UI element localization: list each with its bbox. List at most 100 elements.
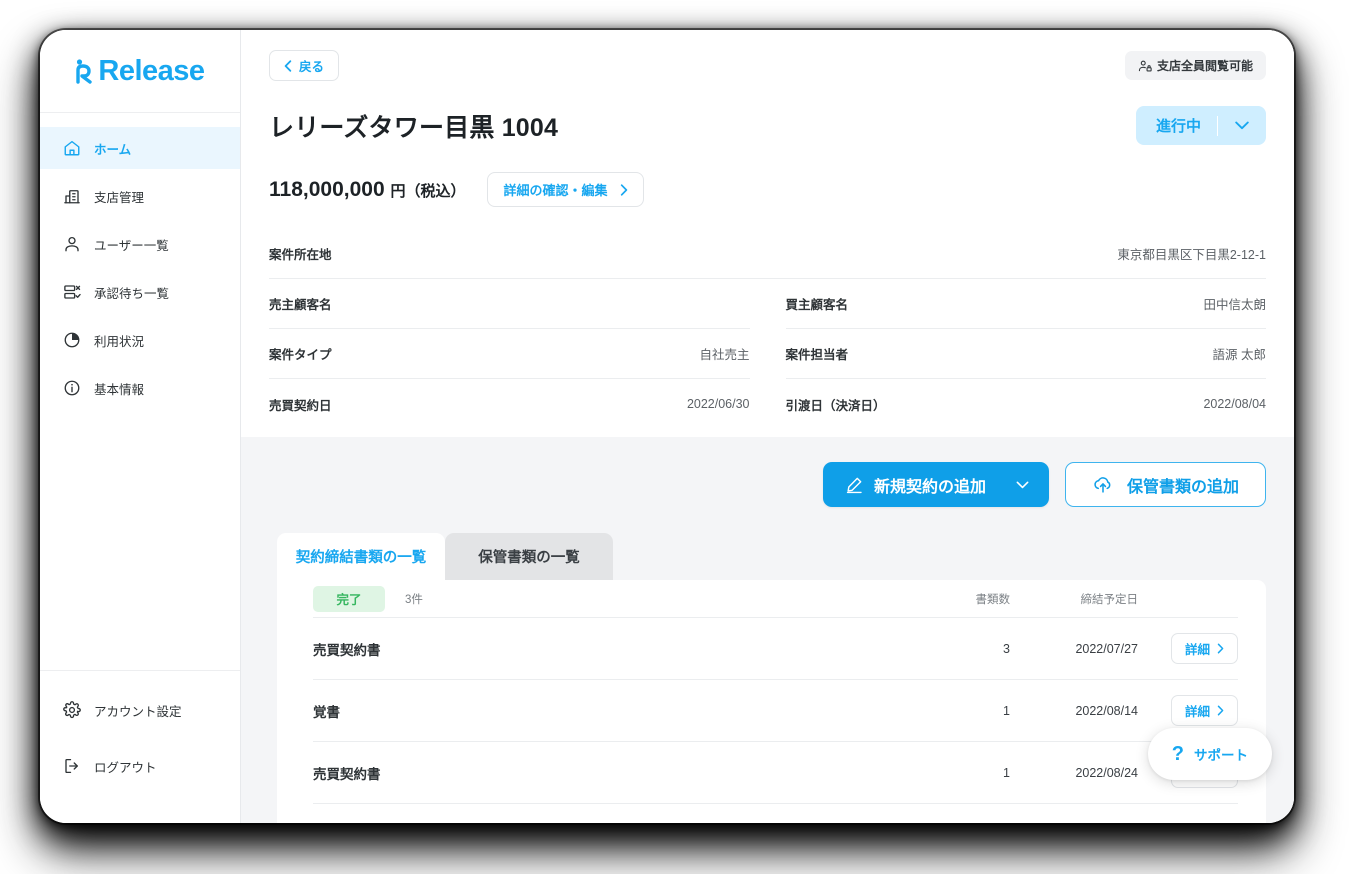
- tab-storage-documents[interactable]: 保管書類の一覧: [445, 533, 613, 580]
- detail-row-location: 案件所在地 東京都目黒区下目黒2-12-1: [269, 229, 1266, 279]
- support-button-label: サポート: [1194, 748, 1248, 763]
- sidebar-nav: ホーム 支店管理 ユーザー一覧 承認待ち一覧 利用状況 基本情報: [40, 113, 240, 415]
- row-detail-label: 詳細: [1184, 705, 1210, 719]
- document-date: 2022/08/24: [1075, 765, 1138, 780]
- detail-row: 売主顧客名 買主顧客名 田中信太朗: [269, 279, 1266, 329]
- edit-details-label: 詳細の確認・編集: [503, 183, 608, 198]
- chevron-right-icon: [1217, 643, 1224, 654]
- logo-r-glyph: [75, 58, 97, 84]
- detail-cell: 案件所在地 東京都目黒区下目黒2-12-1: [269, 229, 1266, 279]
- edit-details-button[interactable]: 詳細の確認・編集: [487, 172, 644, 207]
- detail-value: 2022/06/30: [686, 397, 750, 411]
- detail-label: 売買契約日: [269, 398, 332, 413]
- documents-table-card: 完了 3件 書類数 締結予定日 売買契約書 3 2022/07/27 詳細 覚書…: [277, 580, 1266, 823]
- back-button-label: 戻る: [299, 60, 325, 74]
- sidebar-item-label: ログアウト: [94, 760, 157, 775]
- detail-value: 2022/08/04: [1203, 397, 1266, 411]
- add-storage-document-button[interactable]: 保管書類の追加: [1064, 462, 1266, 507]
- brand-logo[interactable]: Release: [40, 30, 240, 113]
- sidebar-item-usage[interactable]: 利用状況: [40, 319, 240, 361]
- document-count: 1: [1003, 765, 1010, 780]
- sidebar-item-logout[interactable]: ログアウト: [40, 745, 240, 787]
- table-row[interactable]: 売買契約書 3 2022/07/27 詳細: [313, 618, 1238, 680]
- price-value: 118,000,000: [269, 177, 385, 201]
- chevron-down-icon[interactable]: [1218, 121, 1266, 130]
- document-name: 売買契約書: [313, 642, 381, 658]
- detail-label: 買主顧客名: [785, 298, 849, 312]
- status-dropdown-label: 進行中: [1155, 118, 1201, 135]
- visibility-badge-label: 支店全員閲覧可能: [1156, 59, 1253, 73]
- add-storage-document-label: 保管書類の追加: [1126, 478, 1239, 496]
- sidebar-item-account-settings[interactable]: アカウント設定: [40, 689, 240, 731]
- documents-panel: 新規契約の追加 保管書類の追加 契約締結書類の一覧 保管書類の一覧 完了 3件 …: [241, 437, 1294, 823]
- sidebar-footer-nav: アカウント設定 ログアウト: [40, 670, 240, 823]
- column-header-date: 締結予定日: [1080, 593, 1139, 606]
- row-detail-label: 詳細: [1184, 643, 1210, 657]
- sidebar-item-label: ホーム: [94, 142, 132, 157]
- detail-label: 引渡日（決済日）: [785, 398, 886, 413]
- document-date: 2022/08/14: [1075, 703, 1138, 718]
- detail-cell: 案件タイプ 自社売主: [269, 329, 750, 379]
- user-lock-icon: [1138, 59, 1152, 73]
- sidebar-item-user-list[interactable]: ユーザー一覧: [40, 223, 240, 265]
- table-row[interactable]: 覚書 1 2022/08/14 詳細: [313, 680, 1238, 742]
- user-icon: [62, 235, 81, 254]
- chevron-right-icon: [620, 183, 628, 196]
- question-mark-icon: ?: [1171, 742, 1184, 765]
- main-content: 戻る 支店全員閲覧可能 レリーズタワー目黒 1004 進行中 118,000,0…: [241, 30, 1294, 823]
- sidebar-item-label: 承認待ち一覧: [94, 286, 170, 301]
- sidebar-item-label: ユーザー一覧: [94, 238, 169, 253]
- info-icon: [62, 379, 81, 398]
- cloud-upload-icon: [1092, 475, 1114, 494]
- price-unit: 円（税込）: [390, 182, 466, 200]
- sidebar-item-label: 利用状況: [94, 334, 145, 349]
- detail-label: 案件所在地: [269, 248, 332, 262]
- back-button[interactable]: 戻る: [269, 50, 340, 81]
- detail-header-panel: 戻る 支店全員閲覧可能 レリーズタワー目黒 1004 進行中 118,000,0…: [241, 30, 1294, 437]
- visibility-badge: 支店全員閲覧可能: [1124, 51, 1266, 80]
- chevron-down-icon[interactable]: [1016, 481, 1029, 489]
- detail-cell: 案件担当者 語源 太郎: [785, 329, 1266, 379]
- chevron-left-icon: [284, 59, 292, 72]
- record-count: 3件: [405, 593, 423, 606]
- column-header-docs: 書類数: [975, 593, 1011, 606]
- document-tabs: 契約締結書類の一覧 保管書類の一覧: [269, 533, 1266, 580]
- sidebar-item-basic-info[interactable]: 基本情報: [40, 367, 240, 409]
- gear-icon: [62, 701, 81, 720]
- documents-table: 完了 3件 書類数 締結予定日 売買契約書 3 2022/07/27 詳細 覚書…: [277, 580, 1266, 804]
- detail-label: 案件担当者: [785, 348, 849, 362]
- row-detail-button[interactable]: 詳細: [1170, 633, 1238, 664]
- tab-contract-documents[interactable]: 契約締結書類の一覧: [277, 533, 445, 580]
- pie-chart-icon: [62, 331, 81, 350]
- status-dropdown[interactable]: 進行中: [1135, 106, 1266, 145]
- logout-icon: [62, 757, 81, 776]
- detail-label: 売主顧客名: [269, 298, 332, 312]
- home-icon: [62, 139, 81, 158]
- table-row[interactable]: 売買契約書 1 2022/08/24 詳細: [313, 742, 1238, 804]
- sidebar-item-approval-list[interactable]: 承認待ち一覧: [40, 271, 240, 313]
- property-detail-list: 案件所在地 東京都目黒区下目黒2-12-1 売主顧客名 買主顧客名 田中信太朗: [269, 229, 1266, 429]
- detail-cell: 引渡日（決済日） 2022/08/04: [786, 379, 1267, 429]
- chevron-right-icon: [1217, 705, 1224, 716]
- status-badge: 完了: [313, 585, 385, 612]
- document-name: 売買契約書: [313, 766, 381, 782]
- title-row: レリーズタワー目黒 1004 進行中: [269, 106, 1266, 145]
- row-detail-button[interactable]: 詳細: [1170, 695, 1238, 726]
- price-amount: 118,000,000 円（税込）: [269, 178, 465, 202]
- row-actions: 詳細: [1138, 695, 1238, 726]
- sidebar-item-label: アカウント設定: [94, 704, 182, 719]
- support-button[interactable]: ? サポート: [1147, 728, 1272, 780]
- price-row: 118,000,000 円（税込） 詳細の確認・編集: [269, 172, 1266, 207]
- document-name: 覚書: [313, 704, 340, 720]
- add-new-contract-label: 新規契約の追加: [873, 478, 986, 496]
- document-count: 3: [1003, 641, 1010, 656]
- detail-cell: 売主顧客名: [269, 279, 750, 329]
- sidebar-item-home[interactable]: ホーム: [40, 127, 240, 169]
- brand-name: Release: [98, 54, 205, 87]
- pencil-icon: [845, 475, 864, 494]
- sidebar-item-branch-management[interactable]: 支店管理: [40, 175, 240, 217]
- approval-list-icon: [62, 283, 81, 302]
- detail-row: 売買契約日 2022/06/30 引渡日（決済日） 2022/08/04: [269, 379, 1266, 429]
- detail-value: 田中信太朗: [1203, 298, 1266, 312]
- add-new-contract-button[interactable]: 新規契約の追加: [822, 462, 1049, 507]
